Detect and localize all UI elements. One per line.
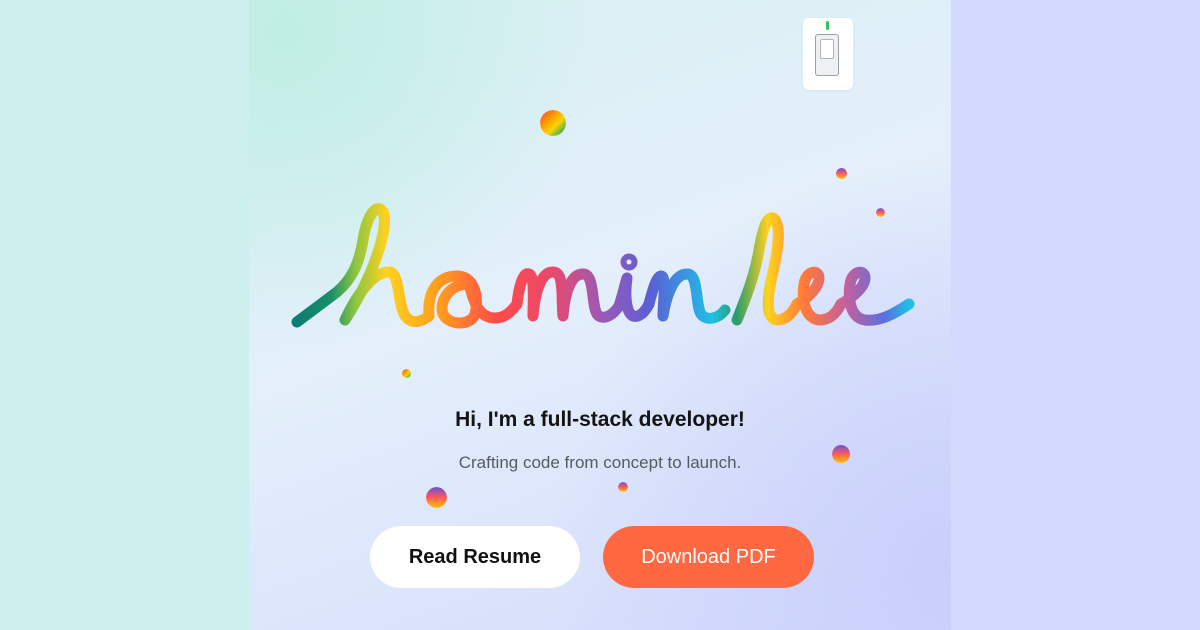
- decorative-ball: [618, 482, 628, 492]
- theme-light-switch[interactable]: [803, 18, 853, 90]
- right-background-panel: [951, 0, 1200, 630]
- decorative-ball: [540, 110, 566, 136]
- left-background-panel: [0, 0, 249, 630]
- hero-greeting: Hi, I'm a full-stack developer!: [455, 408, 745, 431]
- read-resume-button[interactable]: Read Resume: [370, 526, 580, 588]
- decorative-ball: [426, 487, 447, 508]
- signature-logo: [291, 203, 915, 329]
- decorative-ball: [836, 168, 847, 179]
- hero-section: Hi, I'm a full-stack developer! Crafting…: [249, 0, 951, 630]
- light-switch-icon: [815, 34, 839, 76]
- download-pdf-button[interactable]: Download PDF: [603, 526, 814, 588]
- switch-indicator-light: [826, 21, 829, 30]
- decorative-ball: [402, 369, 411, 378]
- hero-tagline: Crafting code from concept to launch.: [458, 453, 742, 472]
